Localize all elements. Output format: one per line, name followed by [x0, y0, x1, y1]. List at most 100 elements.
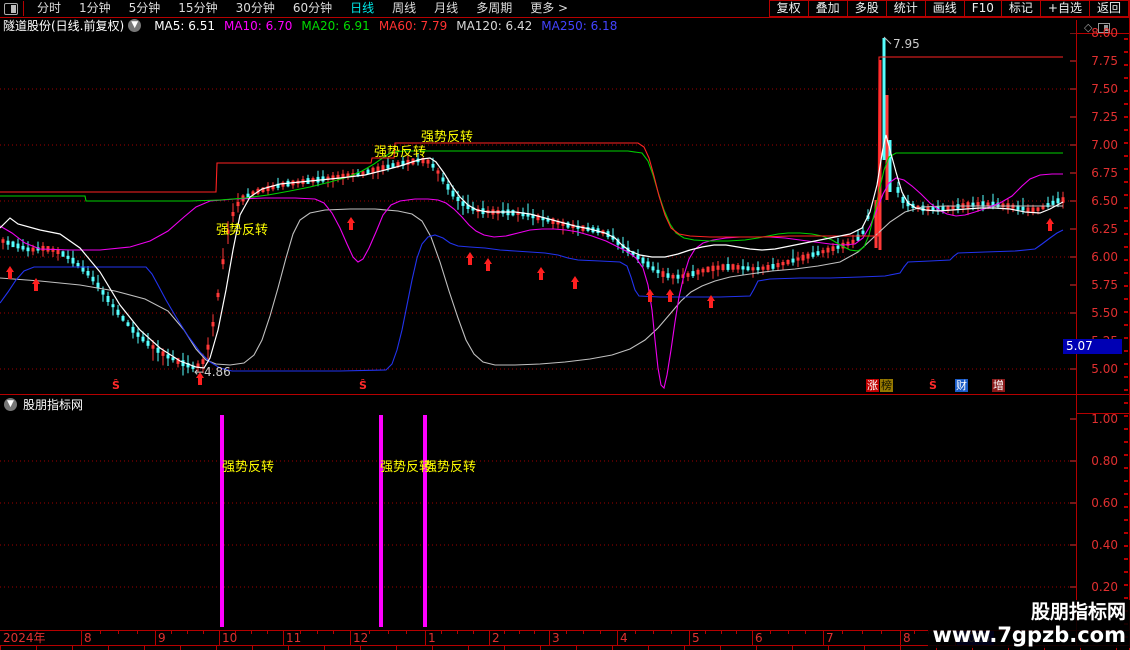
minor-tick — [406, 630, 407, 634]
price-axis-label: 7.25 — [1091, 110, 1118, 124]
price-axis-label: 5.00 — [1091, 362, 1118, 376]
toolbar-button-7[interactable]: +自选 — [1039, 0, 1090, 17]
candle-body — [11, 241, 15, 248]
period-high-label: 7.95 — [893, 37, 920, 51]
toolbar-button-5[interactable]: F10 — [963, 0, 1002, 17]
ma-legend-item-2: MA20: 6.91 — [301, 18, 370, 33]
scrollbar-dash — [1124, 506, 1128, 508]
timeframe-tab-4[interactable]: 30分钟 — [227, 0, 284, 17]
candle-body — [66, 255, 70, 259]
chevron-down-icon[interactable]: ▼ — [128, 19, 142, 32]
indicator-axis-label: 0.80 — [1091, 454, 1118, 468]
minor-tick — [842, 630, 843, 634]
toolbar-button-2[interactable]: 多股 — [846, 0, 887, 17]
timeframe-tab-2[interactable]: 5分钟 — [120, 0, 170, 17]
scrollbar-dash — [1124, 181, 1128, 183]
candle-body — [456, 197, 460, 201]
title-bar: 隧道股份(日线.前复权) ▼ MA5: 6.51 MA10: 6.70 MA20: … — [0, 18, 1076, 34]
scrollbar-dash — [1124, 532, 1128, 534]
chevron-down-icon[interactable]: ▼ — [4, 398, 17, 411]
scrollbar-dash — [1124, 64, 1128, 66]
scrollbar-dash — [1124, 272, 1128, 274]
scrollbar-dash — [1124, 103, 1128, 105]
scrollbar-dash — [1124, 324, 1128, 326]
minor-tick — [251, 630, 252, 634]
timeframe-tab-6[interactable]: 日线 — [341, 0, 383, 17]
candle-body — [821, 250, 825, 254]
candle-body — [141, 336, 145, 342]
candle-body — [1056, 198, 1060, 204]
minor-tick — [583, 630, 584, 634]
event-marker-3[interactable]: 榜 — [880, 379, 893, 392]
event-marker-1[interactable]: Ŝ — [359, 379, 367, 392]
price-axis-label: 6.50 — [1091, 194, 1118, 208]
event-marker-6[interactable]: 增 — [992, 379, 1005, 392]
timeframe-tab-7[interactable]: 周线 — [383, 0, 425, 17]
candle-body — [741, 266, 745, 270]
signal-up-arrow — [6, 266, 14, 279]
candle-body — [431, 163, 435, 168]
candle-body — [736, 265, 740, 270]
price-axis-label: 7.75 — [1091, 54, 1118, 68]
candle-body — [851, 239, 855, 244]
trading-app-window: 分时 1分钟 5分钟 15分钟 30分钟 60分钟 日线 周线 月线 多周期 更多 > 复权 叠加 多股… — [0, 0, 1130, 650]
candle-body — [776, 263, 780, 268]
toolbar-button-6[interactable]: 标记 — [1000, 0, 1041, 17]
main-price-chart[interactable] — [0, 33, 1076, 393]
event-marker-2[interactable]: 涨 — [866, 379, 879, 392]
candle-body — [761, 266, 765, 270]
timeframe-tab-8[interactable]: 月线 — [425, 0, 467, 17]
candle-body — [796, 257, 800, 261]
ma-legend-item-4: MA120: 6.42 — [456, 18, 533, 33]
scrollbar-dash — [1124, 194, 1128, 196]
candle-body — [636, 254, 640, 259]
candle-body — [321, 176, 325, 182]
timeframe-tab-3[interactable]: 15分钟 — [169, 0, 226, 17]
candle-body — [826, 247, 830, 253]
bottom-row-divider — [180, 646, 181, 650]
timeframe-tab-5[interactable]: 60分钟 — [284, 0, 341, 17]
event-marker-0[interactable]: Ŝ — [112, 379, 120, 392]
minor-tick — [721, 630, 722, 634]
toolbar-button-4[interactable]: 画线 — [924, 0, 965, 17]
timeline-month-6: 2 — [492, 631, 500, 645]
scrollbar-dash — [1124, 571, 1128, 573]
timeframe-tab-10[interactable]: 更多 > — [521, 0, 577, 17]
candle-body — [211, 322, 215, 327]
scrollbar-dash — [1124, 285, 1128, 287]
bottom-row-divider — [144, 646, 145, 650]
minor-tick — [267, 630, 268, 634]
ma-legend-item-0: MA5: 6.51 — [154, 18, 215, 33]
toolbar-button-1[interactable]: 叠加 — [807, 0, 848, 17]
candle-body — [1, 239, 5, 243]
candle-body — [801, 254, 805, 261]
timeframe-tab-9[interactable]: 多周期 — [467, 0, 521, 17]
toolbar-button-3[interactable]: 统计 — [885, 0, 926, 17]
candle-body — [986, 202, 990, 206]
watermark-site-name: 股朋指标网 — [1030, 601, 1126, 623]
candle-body — [721, 264, 725, 271]
candle-body — [746, 266, 750, 271]
signal-up-arrow — [347, 217, 355, 230]
candle-body — [1021, 206, 1025, 211]
scrollbar-dash — [1124, 233, 1128, 235]
signal-label-0: 强势反转 — [216, 223, 269, 238]
timeframe-tab-0[interactable]: 分时 — [28, 0, 70, 17]
timeframe-tab-1[interactable]: 1分钟 — [70, 0, 120, 17]
candle-body — [26, 247, 30, 252]
scrollbar-dash — [1124, 220, 1128, 222]
minor-tick — [862, 630, 863, 634]
candle-body — [646, 261, 650, 268]
timeframe-menu: 分时 1分钟 5分钟 15分钟 30分钟 60分钟 日线 周线 月线 多周期 更多 > — [28, 0, 577, 17]
candle-body — [156, 347, 160, 353]
signal-bar — [423, 415, 427, 627]
bottom-row-divider — [720, 646, 721, 650]
event-marker-5[interactable]: 财 — [955, 379, 968, 392]
window-split-icon[interactable] — [4, 2, 18, 15]
event-marker-4[interactable]: Ŝ — [929, 379, 937, 392]
signal-up-arrow — [1046, 218, 1054, 231]
minor-tick — [203, 630, 204, 634]
year-label: 2024年 — [3, 631, 46, 645]
indicator-chart[interactable] — [0, 413, 1076, 628]
toolbar-button-0[interactable]: 复权 — [768, 0, 809, 17]
